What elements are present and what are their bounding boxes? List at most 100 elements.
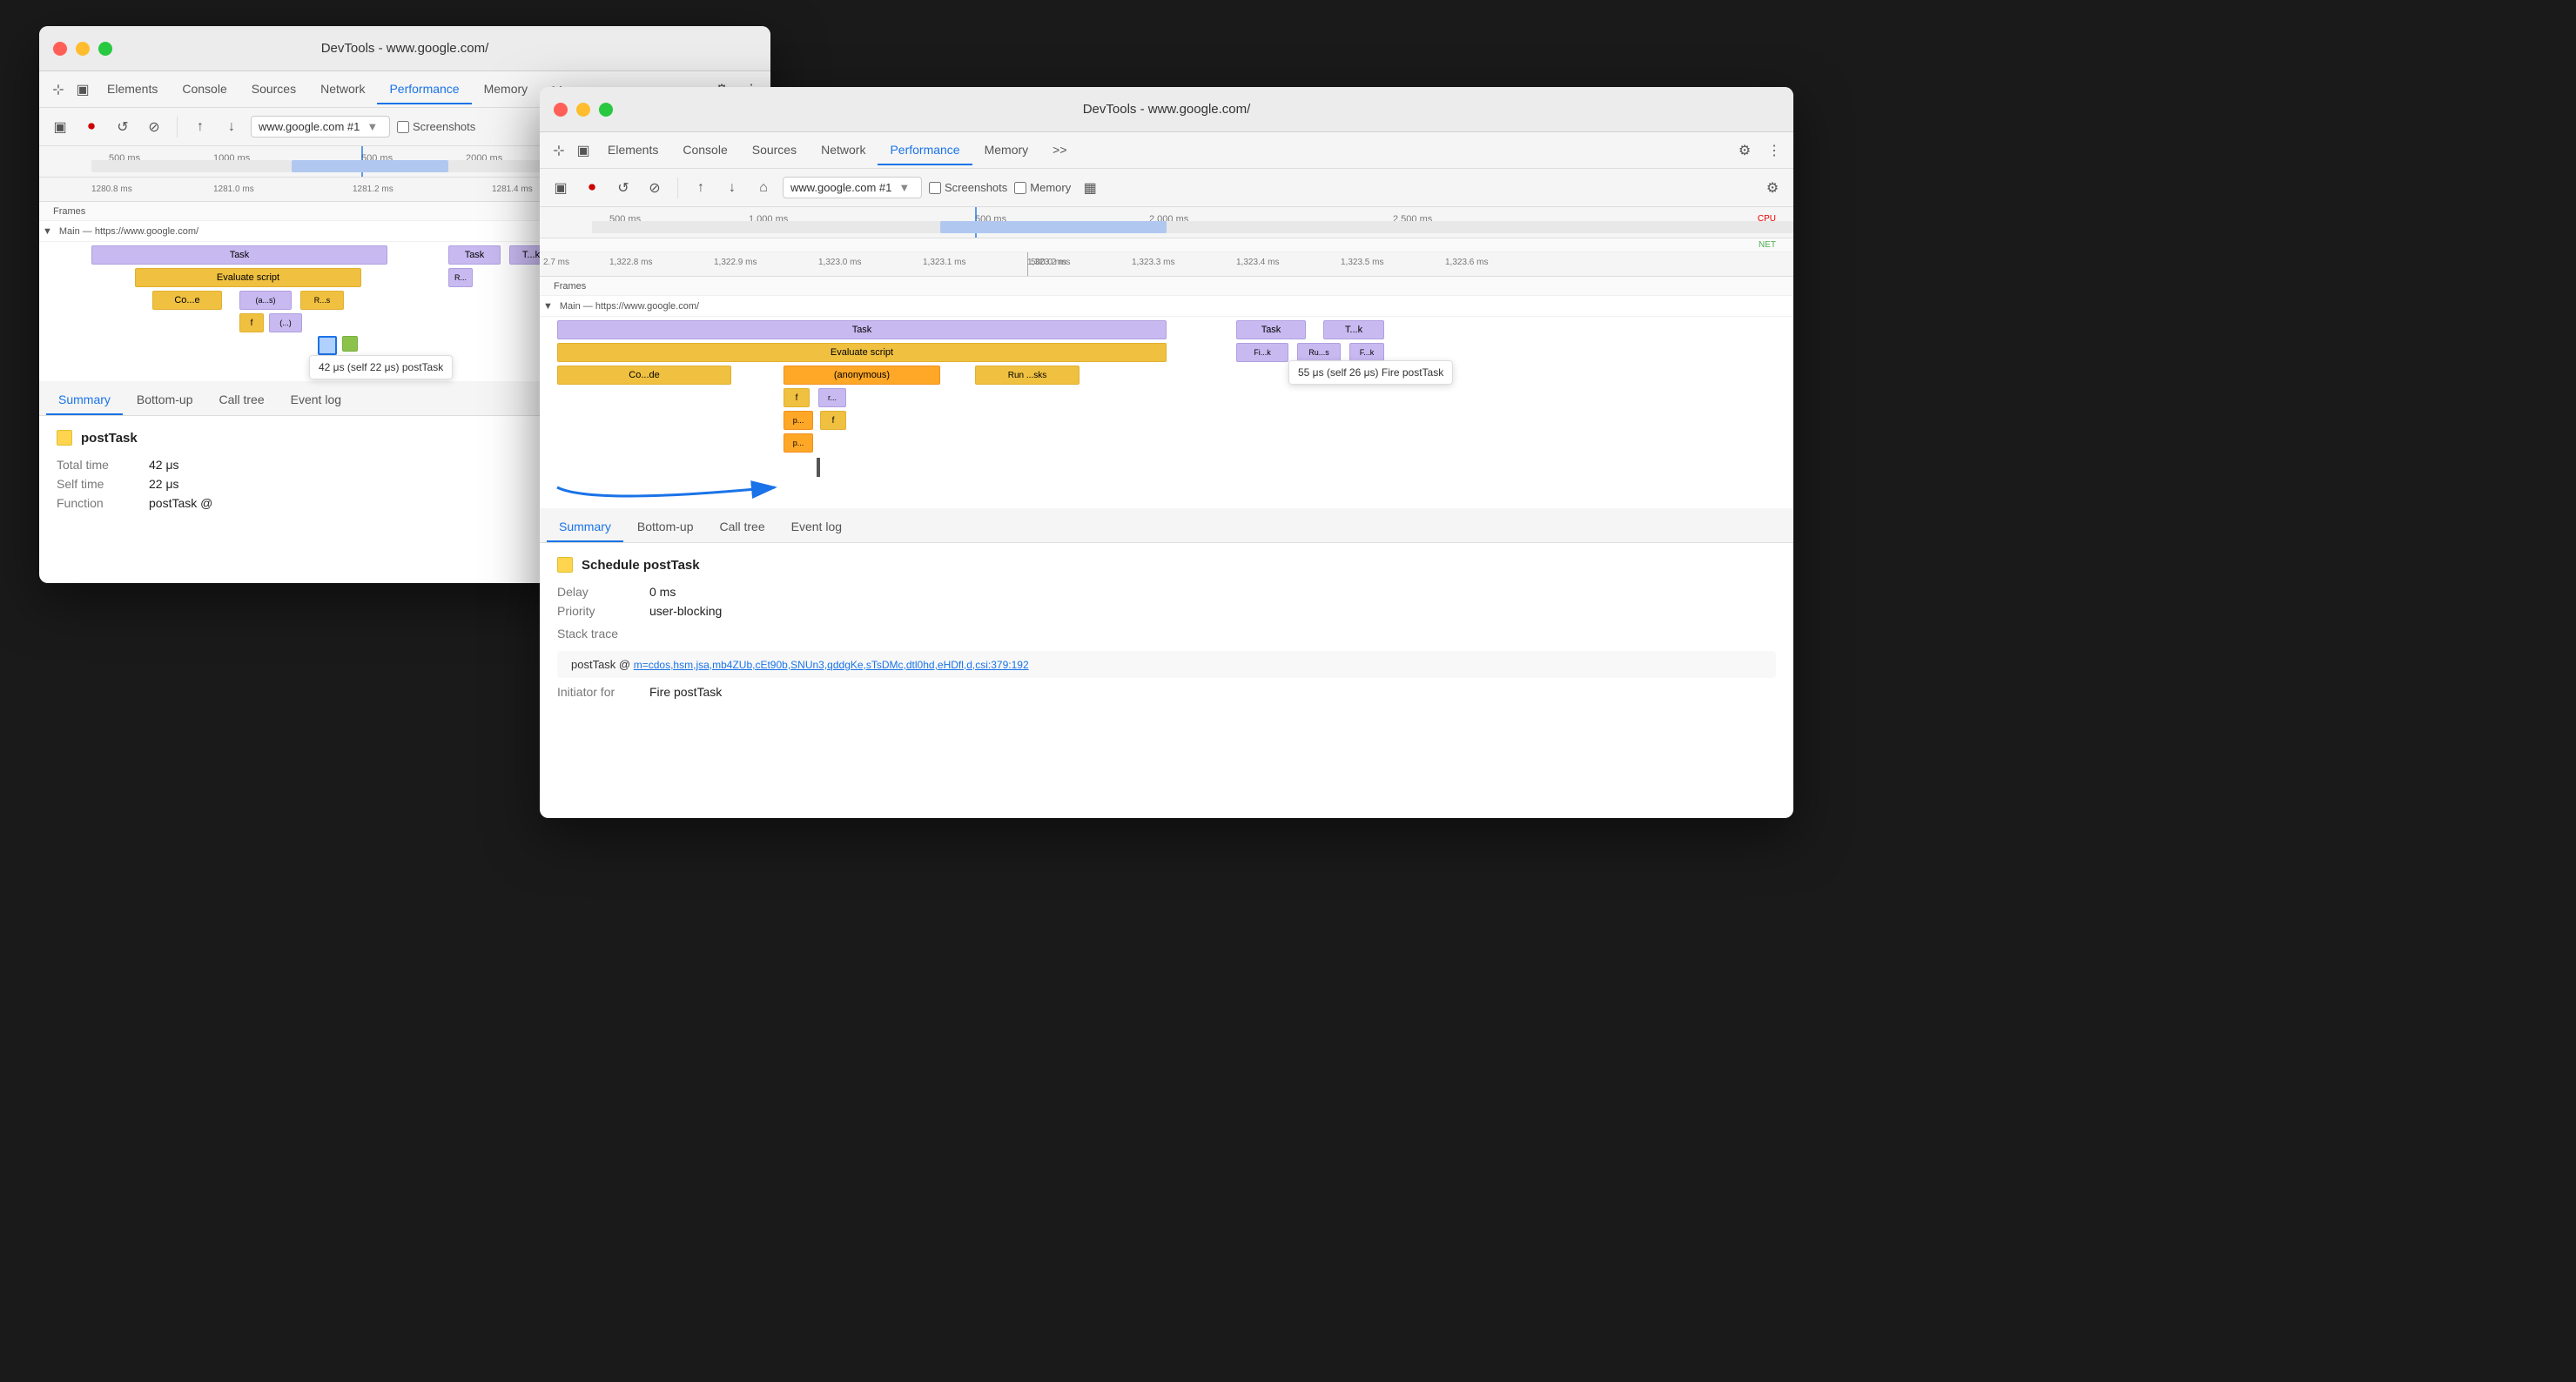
small-bar-2 xyxy=(817,458,820,477)
run-block-1[interactable]: R... xyxy=(448,268,473,287)
f2-block-2[interactable]: f xyxy=(820,411,846,430)
evaluate-block-2[interactable]: Evaluate script xyxy=(557,343,1167,362)
tab-performance-2[interactable]: Performance xyxy=(878,136,972,165)
refresh-icon-2[interactable]: ↺ xyxy=(611,176,636,200)
tab-network-2[interactable]: Network xyxy=(809,136,878,165)
rs-block-1[interactable]: R...s xyxy=(300,291,344,310)
maximize-button-1[interactable] xyxy=(98,42,112,56)
window-title-2: DevTools - www.google.com/ xyxy=(1083,102,1251,117)
refresh-icon-1[interactable]: ↺ xyxy=(111,115,135,139)
stack-trace-content-2: postTask @ m=cdos,hsm,jsa,mb4ZUb,cEt90b,… xyxy=(557,651,1776,678)
detail-tick-4: 1281.4 ms xyxy=(492,184,533,194)
f-block-2[interactable]: f xyxy=(784,388,810,407)
r-block-2[interactable]: r... xyxy=(818,388,846,407)
summary-panel-2: Schedule postTask Delay 0 ms Priority us… xyxy=(540,543,1793,718)
more-icon-2[interactable]: ⋮ xyxy=(1762,138,1786,163)
tab-network-1[interactable]: Network xyxy=(308,75,377,104)
summary-color-box-2 xyxy=(557,557,573,573)
ru-block-2[interactable]: Ru...s xyxy=(1297,343,1341,362)
tab-memory-2[interactable]: Memory xyxy=(972,136,1041,165)
task-block-1b[interactable]: Task xyxy=(448,245,501,265)
screenshots-checkbox-2[interactable]: Screenshots xyxy=(929,181,1007,194)
tooltip-2: 55 μs (self 26 μs) Fire postTask xyxy=(1288,360,1453,385)
tab-elements-1[interactable]: Elements xyxy=(95,75,170,104)
run-sks-block-2[interactable]: Run ...sks xyxy=(975,366,1079,385)
tab-summary-2[interactable]: Summary xyxy=(547,513,623,542)
code-block-1[interactable]: Co...e xyxy=(152,291,222,310)
tab-bottom-up-2[interactable]: Bottom-up xyxy=(625,513,706,542)
evaluate-block-1[interactable]: Evaluate script xyxy=(135,268,361,287)
anon-block-2[interactable]: (anonymous) xyxy=(784,366,940,385)
tab-bottom-up-1[interactable]: Bottom-up xyxy=(124,386,205,415)
device-icon-1[interactable]: ▣ xyxy=(71,77,95,102)
inspect-icon-2[interactable]: ⊹ xyxy=(547,138,571,163)
p1-block-2[interactable]: p... xyxy=(784,411,813,430)
net-label-2: NET xyxy=(1759,240,1776,250)
record-icon-2[interactable]: ⏺ xyxy=(580,176,604,200)
minimize-button-2[interactable] xyxy=(576,103,590,117)
tab-elements-2[interactable]: Elements xyxy=(595,136,670,165)
ellipsis-block-1[interactable]: (...) xyxy=(269,313,302,332)
sidebar-icon-2[interactable]: ▣ xyxy=(548,176,573,200)
tab-sources-1[interactable]: Sources xyxy=(239,75,308,104)
code-block-2[interactable]: Co...de xyxy=(557,366,731,385)
p2-block-2[interactable]: p... xyxy=(784,433,813,453)
tab-console-2[interactable]: Console xyxy=(670,136,739,165)
tab-performance-1[interactable]: Performance xyxy=(377,75,471,104)
tab-event-log-2[interactable]: Event log xyxy=(779,513,854,542)
traffic-lights-2 xyxy=(554,103,613,117)
url-selector-2[interactable]: www.google.com #1 ▼ xyxy=(783,177,922,198)
stack-link-2[interactable]: m=cdos,hsm,jsa,mb4ZUb,cEt90b,SNUn3,qddgK… xyxy=(634,659,1029,671)
anon-block-1[interactable]: (a...s) xyxy=(239,291,292,310)
detail-tick-3: 1281.2 ms xyxy=(353,184,393,194)
fi-block-2[interactable]: Fi...k xyxy=(1236,343,1288,362)
tab-sources-2[interactable]: Sources xyxy=(740,136,809,165)
title-bar-2: DevTools - www.google.com/ xyxy=(540,87,1793,132)
clear-icon-2[interactable]: ⊘ xyxy=(642,176,667,200)
screenshots-checkbox-1[interactable]: Screenshots xyxy=(397,120,475,133)
download-icon-1[interactable]: ↓ xyxy=(219,115,244,139)
upload-icon-1[interactable]: ↑ xyxy=(188,115,212,139)
memory-checkbox-2[interactable]: Memory xyxy=(1014,181,1071,194)
settings2-icon-2[interactable]: ⚙ xyxy=(1760,176,1785,200)
selected-block-1[interactable] xyxy=(318,336,337,355)
task-block-2a[interactable]: Task xyxy=(557,320,1167,339)
upload-icon-2[interactable]: ↑ xyxy=(689,176,713,200)
flame-chart-2: Task Task T...k Evaluate script Fi...k R… xyxy=(540,317,1793,508)
time-ruler-2: 500 ms 1,000 ms 500 ms 2,000 ms 2,500 ms… xyxy=(540,207,1793,238)
maximize-button-2[interactable] xyxy=(599,103,613,117)
minimize-button-1[interactable] xyxy=(76,42,90,56)
tab-call-tree-1[interactable]: Call tree xyxy=(207,386,277,415)
fk-block-2[interactable]: F...k xyxy=(1349,343,1384,362)
task-block-2c[interactable]: T...k xyxy=(1323,320,1384,339)
tab-call-tree-2[interactable]: Call tree xyxy=(708,513,777,542)
tab-memory-1[interactable]: Memory xyxy=(472,75,541,104)
clear-icon-1[interactable]: ⊘ xyxy=(142,115,166,139)
capture-icon-2[interactable]: ▦ xyxy=(1078,176,1102,200)
inspect-icon-1[interactable]: ⊹ xyxy=(46,77,71,102)
main-label-row-2: ▼ Main — https://www.google.com/ xyxy=(540,296,1793,317)
tab-event-log-1[interactable]: Event log xyxy=(279,386,353,415)
main-label-2: Main — https://www.google.com/ xyxy=(553,301,699,312)
main-tabs-2: ⊹ ▣ Elements Console Sources Network Per… xyxy=(540,132,1793,169)
task-block-2b[interactable]: Task xyxy=(1236,320,1306,339)
delay-row-2: Delay 0 ms xyxy=(557,585,1776,599)
close-button-1[interactable] xyxy=(53,42,67,56)
close-button-2[interactable] xyxy=(554,103,568,117)
url-selector-1[interactable]: www.google.com #1 ▼ xyxy=(251,116,390,138)
frames-label-2: Frames xyxy=(547,281,586,292)
home-icon-2[interactable]: ⌂ xyxy=(751,176,776,200)
f-block-1[interactable]: f xyxy=(239,313,264,332)
download-icon-2[interactable]: ↓ xyxy=(720,176,744,200)
sidebar-icon-1[interactable]: ▣ xyxy=(48,115,72,139)
tab-more-2[interactable]: >> xyxy=(1040,136,1079,165)
record-icon-1[interactable]: ⏺ xyxy=(79,115,104,139)
tab-summary-1[interactable]: Summary xyxy=(46,386,123,415)
green-block-1[interactable] xyxy=(342,336,358,352)
task-block-1a[interactable]: Task xyxy=(91,245,387,265)
device-icon-2[interactable]: ▣ xyxy=(571,138,595,163)
main-label-1: Main — https://www.google.com/ xyxy=(52,226,198,237)
settings-icon-2[interactable]: ⚙ xyxy=(1732,138,1757,163)
tab-console-1[interactable]: Console xyxy=(170,75,239,104)
title-bar-1: DevTools - www.google.com/ xyxy=(39,26,770,71)
